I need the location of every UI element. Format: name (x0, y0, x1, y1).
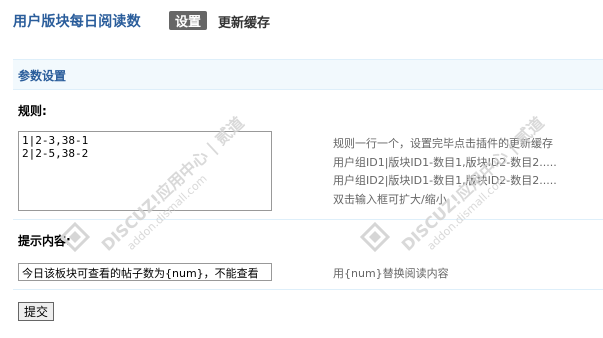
submit-button[interactable]: 提交 (18, 302, 54, 321)
tab-update-cache[interactable]: 更新缓存 (218, 12, 270, 31)
rules-help-line: 用户组ID1|版块ID1-数目1,版块ID2-数目2..... (333, 155, 557, 169)
section-header: 参数设置 (13, 59, 603, 90)
tab-settings[interactable]: 设置 (169, 11, 207, 30)
header: 用户版块每日阅读数 设置 更新缓存 (0, 0, 603, 44)
watermark-logo-icon (360, 222, 390, 252)
section-title: 参数设置 (18, 69, 67, 83)
page-title: 用户版块每日阅读数 (13, 14, 141, 30)
rules-label: 规则: (18, 104, 47, 118)
rules-help-line: 规则一行一个，设置完毕点击插件的更新缓存 (333, 137, 553, 150)
tip-input[interactable]: 今日该板块可查看的帖子数为{num}，不能查看 (18, 263, 272, 281)
divider (13, 219, 603, 220)
tip-label: 提示内容: (18, 234, 71, 248)
rules-textarea[interactable]: 1|2-3,38-1 2|2-5,38-2 (18, 131, 272, 211)
tip-help: 用{num}替换阅读内容 (333, 267, 449, 280)
rules-help: 规则一行一个，设置完毕点击插件的更新缓存 用户组ID1|版块ID1-数目1,版块… (333, 135, 557, 209)
rules-line: 1|2-3,38-1 (22, 134, 89, 147)
rules-help-line: 双击输入框可扩大/缩小 (333, 192, 447, 206)
rules-line: 2|2-5,38-2 (22, 147, 89, 160)
divider (13, 289, 603, 290)
rules-help-line: 用户组ID2|版块ID1-数目1,版块ID2-数目2..... (333, 174, 557, 187)
